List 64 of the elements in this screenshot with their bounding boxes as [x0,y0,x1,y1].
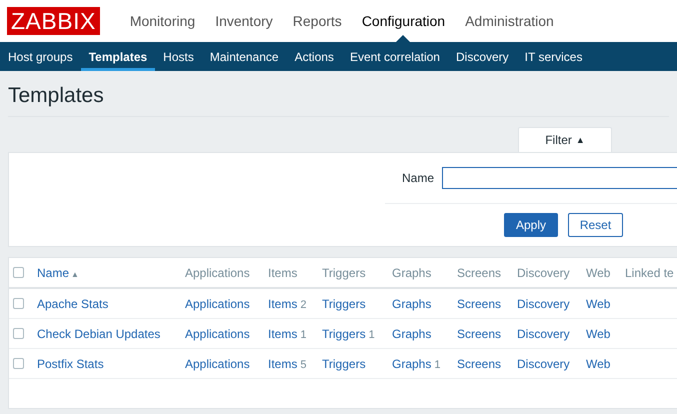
table-link[interactable]: Items [268,296,298,310]
sub-menu-item[interactable]: Discovery [448,42,517,71]
count-label: 1 [434,358,440,370]
table-link[interactable]: Discovery [517,296,570,310]
template-name-link[interactable]: Apache Stats [37,296,108,310]
table-link[interactable]: Items [268,356,298,370]
select-all-checkbox[interactable] [13,267,24,278]
sub-menu-item[interactable]: Event correlation [342,42,448,71]
column-header: Linked te [625,266,674,280]
table-link[interactable]: Items [268,326,298,340]
field-label: Name [400,171,434,185]
table-link[interactable]: Web [586,326,610,340]
table-link[interactable]: Screens [457,326,502,340]
main-menu-item[interactable]: Configuration [352,0,456,42]
column-header: Applications [185,266,250,280]
apply-button[interactable]: Apply [504,213,558,237]
count-label: 5 [300,358,306,370]
table-link[interactable]: Graphs [392,326,432,340]
name-input-field[interactable] [442,167,677,189]
table-link[interactable]: Web [586,296,610,310]
template-name-link[interactable]: Postfix Stats [37,356,104,370]
column-header: Triggers [322,266,366,280]
sort-ascending-icon: ▲ [71,270,79,278]
table-link[interactable]: Graphs [392,356,432,370]
table-link[interactable]: Applications [185,356,250,370]
table-link[interactable]: Triggers [322,356,366,370]
column-header: Screens [457,266,502,280]
table-link[interactable]: Discovery [517,326,570,340]
count-label: 1 [300,328,306,340]
sub-menu-item[interactable]: Templates [80,42,156,71]
table-link[interactable]: Screens [457,356,502,370]
column-header: Discovery [517,266,570,280]
page-title: Templates [8,71,669,117]
table-link[interactable]: Applications [185,296,250,310]
row-checkbox[interactable] [13,358,24,369]
template-name-link[interactable]: Check Debian Updates [37,326,160,340]
table-link[interactable]: Discovery [517,356,570,370]
logo[interactable]: ZABBIX [7,7,100,35]
sub-menu-item[interactable]: IT services [516,42,590,71]
main-menu-item[interactable]: Inventory [205,0,283,42]
column-header: Graphs [392,266,432,280]
count-label: 2 [300,298,306,310]
table-link[interactable]: Triggers [322,326,366,340]
row-checkbox[interactable] [13,298,24,309]
sub-menu-item[interactable]: Hosts [155,42,202,71]
column-header: Web [586,266,610,280]
column-header-link[interactable]: Name [37,266,70,280]
table-link[interactable]: Applications [185,326,250,340]
filter-tab[interactable]: Filter ▲ [518,127,612,152]
table-link[interactable]: Web [586,356,610,370]
main-menu-item[interactable]: Administration [455,0,564,42]
row-checkbox[interactable] [13,328,24,339]
count-label: 1 [368,328,375,340]
main-menu-item[interactable]: Monitoring [120,0,206,42]
column-header: Items [268,266,298,280]
reset-button[interactable]: Reset [568,213,623,237]
sub-menu-item[interactable]: Maintenance [202,42,287,71]
main-menu-item[interactable]: Reports [282,0,352,42]
table-link[interactable]: Graphs [392,296,432,310]
table-link[interactable]: Triggers [322,296,366,310]
table-link[interactable]: Screens [457,296,502,310]
sub-menu-item[interactable]: Host groups [0,42,81,71]
sub-menu-item[interactable]: Actions [286,42,342,71]
collapse-arrow-icon[interactable]: ▲ [576,135,585,145]
